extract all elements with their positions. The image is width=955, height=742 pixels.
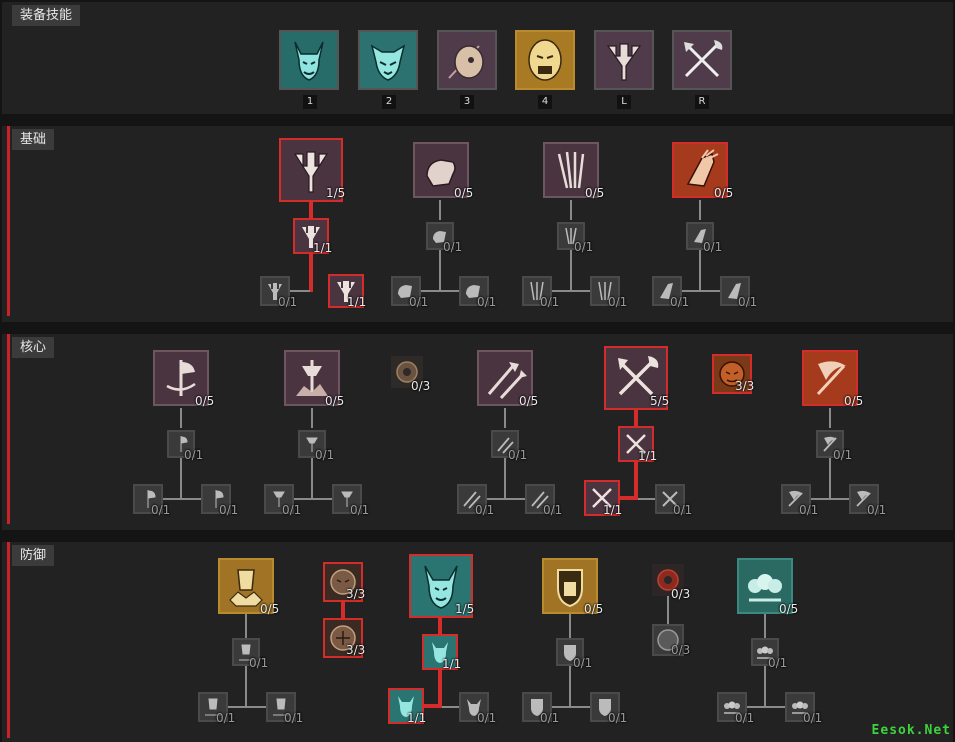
rank-label: 0/5 — [325, 394, 345, 408]
rank-label: 0/1 — [151, 503, 171, 517]
rank-label: 0/1 — [278, 295, 298, 309]
slot-key-label: 4 — [538, 95, 552, 109]
basic-section-title: 基础 — [12, 129, 55, 150]
rank-label: 3/3 — [735, 379, 755, 393]
rank-label: 1/1 — [347, 295, 367, 309]
rank-label: 0/1 — [608, 711, 628, 725]
rank-label: 0/1 — [543, 503, 563, 517]
rank-label: 0/3 — [671, 587, 691, 601]
rank-label: 0/5 — [779, 602, 799, 616]
rank-label: 0/1 — [540, 711, 560, 725]
rank-label: 0/5 — [714, 186, 734, 200]
crossed-axe-sword-icon — [674, 32, 730, 88]
rank-label: 0/1 — [867, 503, 887, 517]
core-section-title: 核心 — [12, 337, 55, 358]
equipped-slot-3[interactable] — [437, 30, 497, 90]
rank-label: 1/1 — [442, 657, 462, 671]
rank-label: 0/1 — [673, 503, 693, 517]
rank-label: 0/1 — [475, 503, 495, 517]
rank-label: 0/1 — [508, 448, 528, 462]
rank-label: 0/3 — [671, 643, 691, 657]
wild-beast-face-icon — [360, 32, 416, 88]
rank-label: 1/1 — [313, 241, 333, 255]
equipped-slot-l[interactable] — [594, 30, 654, 90]
rallying-horn-icon — [439, 32, 495, 88]
core-skills-section: 核心 0/5 0/5 0/3 0/5 5/5 3/3 0/5 0/1 0/1 0… — [2, 334, 953, 530]
basic-skills-section: 基础 1/5 0/5 0/5 0/5 1/1 0/1 0/1 0/1 0/1 1… — [2, 126, 953, 322]
rank-label: 1/1 — [638, 449, 658, 463]
rank-label: 0/1 — [284, 711, 304, 725]
rank-label: 0/1 — [540, 295, 560, 309]
rank-label: 0/1 — [738, 295, 758, 309]
rank-label: 0/1 — [443, 240, 463, 254]
rank-label: 3/3 — [346, 587, 366, 601]
rank-label: 0/5 — [260, 602, 280, 616]
rank-label: 0/5 — [584, 602, 604, 616]
rank-label: 0/1 — [249, 656, 269, 670]
rank-label: 1/1 — [603, 503, 623, 517]
rank-label: 5/5 — [650, 394, 670, 408]
rank-label: 0/1 — [833, 448, 853, 462]
rank-label: 0/1 — [703, 240, 723, 254]
rank-label: 0/1 — [350, 503, 370, 517]
defensive-section-title: 防御 — [12, 545, 55, 566]
lunging-strike-icon — [596, 32, 652, 88]
rank-label: 0/5 — [844, 394, 864, 408]
rank-label: 0/1 — [315, 448, 335, 462]
rank-label: 1/1 — [407, 711, 427, 725]
rank-label: 0/5 — [585, 186, 605, 200]
rank-label: 0/1 — [219, 503, 239, 517]
rank-label: 1/5 — [326, 186, 346, 200]
rank-label: 1/5 — [455, 602, 475, 616]
rank-label: 0/1 — [409, 295, 429, 309]
rank-label: 0/1 — [216, 711, 236, 725]
equipped-slot-2[interactable] — [358, 30, 418, 90]
section-marker — [7, 126, 10, 316]
equipped-skills-title: 装备技能 — [12, 5, 81, 26]
rank-label: 0/3 — [411, 379, 431, 393]
rank-label: 0/5 — [195, 394, 215, 408]
berserker-demon-face-icon — [281, 32, 337, 88]
equipped-slot-r[interactable] — [672, 30, 732, 90]
section-marker — [7, 334, 10, 524]
rank-label: 0/5 — [454, 186, 474, 200]
rank-label: 0/1 — [768, 656, 788, 670]
rank-label: 0/1 — [799, 503, 819, 517]
rank-label: 0/1 — [670, 295, 690, 309]
equipped-skills-panel: 装备技能 1 2 3 4 L R — [2, 2, 953, 114]
war-cry-face-icon — [517, 32, 573, 88]
rank-label: 0/1 — [282, 503, 302, 517]
rank-label: 0/1 — [574, 240, 594, 254]
slot-key-label: R — [695, 95, 709, 109]
slot-key-label: 2 — [382, 95, 396, 109]
watermark: Eesok.Net — [871, 723, 951, 738]
defensive-skills-section: 防御 0/5 3/3 3/3 1/5 0/5 0/3 0/3 0/5 0/1 1… — [2, 542, 953, 742]
rank-label: 0/1 — [477, 711, 497, 725]
equipped-slot-4[interactable] — [515, 30, 575, 90]
equipped-slot-1[interactable] — [279, 30, 339, 90]
rank-label: 0/1 — [573, 656, 593, 670]
rank-label: 3/3 — [346, 643, 366, 657]
rank-label: 0/1 — [184, 448, 204, 462]
rank-label: 0/5 — [519, 394, 539, 408]
slot-key-label: 3 — [460, 95, 474, 109]
section-marker — [7, 542, 10, 738]
slot-key-label: 1 — [303, 95, 317, 109]
rank-label: 0/1 — [735, 711, 755, 725]
slot-key-label: L — [617, 95, 631, 109]
rank-label: 0/1 — [608, 295, 628, 309]
rank-label: 0/1 — [803, 711, 823, 725]
rank-label: 0/1 — [477, 295, 497, 309]
